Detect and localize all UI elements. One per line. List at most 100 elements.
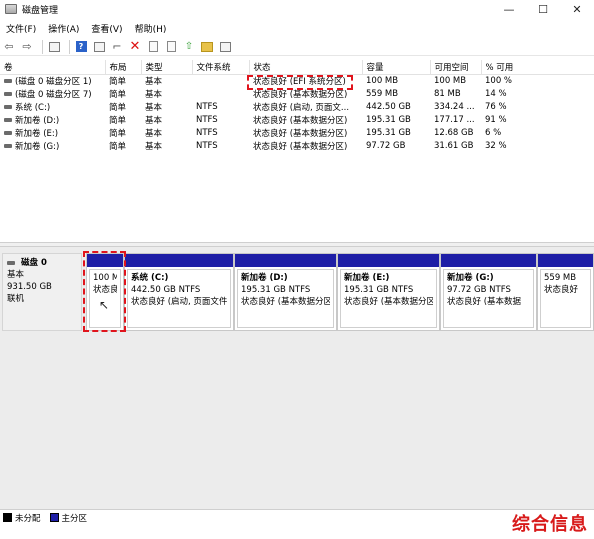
volume-status: 状态良好 (基本数据分区) — [253, 128, 348, 139]
volume-capacity: 442.50 GB — [366, 101, 411, 112]
volume-type: 基本 — [145, 102, 163, 113]
help-icon[interactable]: ? — [74, 40, 88, 54]
partition-status: 状态良好 (基本数据分区 — [344, 297, 433, 307]
volume-filesystem — [192, 87, 249, 100]
column-header-layout[interactable]: 布局 — [105, 60, 142, 75]
connect-icon[interactable]: ⌐ — [110, 40, 124, 54]
partition-d[interactable]: 新加卷 (D:) 195.31 GB NTFS 状态良好 (基本数据分区 — [234, 253, 337, 331]
volume-type: 基本 — [145, 89, 163, 100]
column-header-free-space[interactable]: 可用空间 — [430, 60, 482, 75]
disk-state: 联机 — [7, 294, 25, 304]
volume-status: 状态良好 (基本数据分区) — [253, 141, 348, 152]
volume-name: 系统 (C:) — [15, 102, 51, 113]
maximize-button[interactable]: ☐ — [526, 0, 560, 18]
folder-icon[interactable] — [200, 40, 214, 54]
legend-unallocated: 未分配 — [15, 513, 41, 524]
volume-icon — [4, 117, 12, 122]
move-up-icon[interactable]: ⇧ — [182, 40, 196, 54]
column-header-volume[interactable]: 卷 — [0, 60, 106, 75]
partition-g[interactable]: 新加卷 (G:) 97.72 GB NTFS 状态良好 (基本数据 — [440, 253, 537, 331]
volume-layout: 简单 — [109, 115, 127, 126]
column-header-type[interactable]: 类型 — [141, 60, 193, 75]
legend-primary: 主分区 — [61, 513, 88, 524]
volume-name: 新加卷 (E:) — [15, 128, 59, 139]
column-header-capacity[interactable]: 容量 — [362, 60, 431, 75]
volume-type: 基本 — [145, 115, 163, 126]
disk-management-icon — [5, 4, 17, 14]
volume-icon — [4, 78, 12, 83]
volume-name: 新加卷 (G:) — [15, 141, 60, 152]
table-row[interactable]: 新加卷 (G:) 简单 基本 NTFS 状态良好 (基本数据分区) 97.72 … — [0, 139, 594, 152]
partition-bar — [441, 254, 536, 267]
volume-percent-free: 6 % — [485, 127, 502, 138]
properties-icon[interactable] — [92, 40, 106, 54]
rescan-icon[interactable] — [164, 40, 178, 54]
mouse-pointer-icon: ↖ — [99, 298, 110, 312]
menu-help[interactable]: 帮助(H) — [129, 22, 173, 35]
toolbar: ⇦ ⇨ ? ⌐ ✕ ⇧ — [0, 38, 594, 56]
volume-free-space: 177.17 ... — [434, 114, 475, 125]
partition-bar — [338, 254, 439, 267]
console-tree-icon[interactable] — [47, 40, 61, 54]
volume-type: 基本 — [145, 76, 163, 87]
partition-bar — [125, 254, 233, 267]
partition-status: 状态良好 (启动, 页面文件 — [131, 297, 227, 307]
volume-free-space: 100 MB — [434, 75, 467, 86]
partition-size: 442.50 GB NTFS — [131, 285, 201, 295]
partition-c[interactable]: 系统 (C:) 442.50 GB NTFS 状态良好 (启动, 页面文件 — [124, 253, 234, 331]
partition-recovery[interactable]: 559 MB 状态良好 — [537, 253, 594, 331]
title-bar: 磁盘管理 — ☐ ✕ — [0, 0, 594, 18]
disk-info-panel[interactable]: 磁盘 0 基本 931.50 GB 联机 — [2, 253, 82, 331]
column-header-filesystem[interactable]: 文件系统 — [192, 60, 250, 75]
partition-status: 状态良好 (基本数据 — [447, 297, 522, 307]
menu-action[interactable]: 操作(A) — [42, 22, 85, 35]
window-title: 磁盘管理 — [22, 5, 59, 16]
volume-capacity: 195.31 GB — [366, 127, 411, 138]
volume-name: 新加卷 (D:) — [15, 115, 60, 126]
volume-icon — [4, 130, 12, 135]
partition-status: 状态良好 — [544, 285, 579, 295]
menu-view[interactable]: 查看(V) — [85, 22, 128, 35]
volume-icon — [4, 143, 12, 148]
volume-type: 基本 — [145, 141, 163, 152]
minimize-button[interactable]: — — [492, 0, 526, 18]
forward-arrow-icon[interactable]: ⇨ — [20, 40, 34, 54]
partition-size: 195.31 GB NTFS — [344, 285, 414, 295]
volume-icon — [4, 91, 12, 96]
partition-status: 状态良好 (基本数据分区 — [241, 297, 330, 307]
volume-status: 状态良好 (基本数据分区) — [253, 115, 348, 126]
disk-type: 基本 — [7, 270, 25, 280]
volume-capacity: 97.72 GB — [366, 140, 406, 151]
table-row[interactable]: 新加卷 (D:) 简单 基本 NTFS 状态良好 (基本数据分区) 195.31… — [0, 113, 594, 126]
toolbar-divider — [42, 39, 43, 54]
column-header-percent-free[interactable]: % 可用 — [481, 60, 594, 75]
table-row[interactable]: 系统 (C:) 简单 基本 NTFS 状态良好 (启动, 页面文... 442.… — [0, 100, 594, 113]
volume-filesystem: NTFS — [196, 140, 218, 151]
volume-name: (磁盘 0 磁盘分区 1) — [15, 76, 92, 87]
close-button[interactable]: ✕ — [560, 0, 594, 18]
view-icon[interactable] — [218, 40, 232, 54]
menu-file[interactable]: 文件(F) — [0, 22, 42, 35]
volume-free-space: 31.61 GB — [434, 140, 474, 151]
volume-capacity: 195.31 GB — [366, 114, 411, 125]
volume-icon — [4, 104, 12, 109]
delete-icon[interactable]: ✕ — [128, 39, 142, 54]
column-header-status[interactable]: 状态 — [249, 60, 363, 75]
efi-partition-highlight — [83, 251, 126, 332]
disk-icon — [7, 261, 15, 265]
volume-list: 卷 布局 类型 文件系统 状态 容量 可用空间 % 可用 (磁盘 0 磁盘分区 … — [0, 60, 594, 152]
back-arrow-icon[interactable]: ⇦ — [2, 40, 16, 54]
volume-filesystem: NTFS — [196, 101, 218, 112]
volume-capacity: 559 MB — [366, 88, 399, 99]
legend-bar: 未分配 主分区 — [0, 509, 594, 525]
volume-name: (磁盘 0 磁盘分区 7) — [15, 89, 92, 100]
partition-e[interactable]: 新加卷 (E:) 195.31 GB NTFS 状态良好 (基本数据分区 — [337, 253, 440, 331]
export-icon[interactable] — [146, 40, 160, 54]
volume-type: 基本 — [145, 128, 163, 139]
partition-label: 新加卷 (G:) — [447, 273, 494, 283]
volume-capacity: 100 MB — [366, 75, 399, 86]
partition-label: 新加卷 (E:) — [344, 273, 390, 283]
volume-percent-free: 32 % — [485, 140, 507, 151]
table-row[interactable]: 新加卷 (E:) 简单 基本 NTFS 状态良好 (基本数据分区) 195.31… — [0, 126, 594, 139]
disk-name: 磁盘 0 — [21, 258, 47, 268]
